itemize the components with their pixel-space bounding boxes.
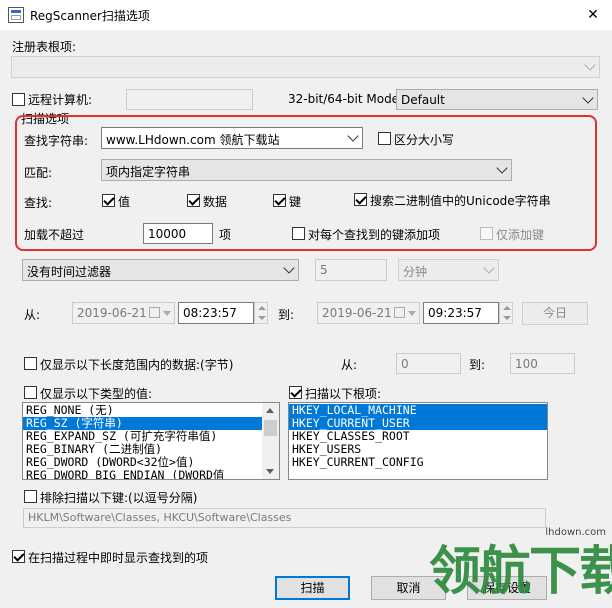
exclude-keys-label: 排除扫描以下键:(以逗号分隔) xyxy=(40,491,198,505)
list-item[interactable]: HKEY_LOCAL_MACHINE xyxy=(289,404,547,417)
to-date-label: 到: xyxy=(278,308,295,322)
list-item[interactable]: HKEY_CLASSES_ROOT xyxy=(289,430,547,443)
remote-computer-checkbox[interactable] xyxy=(12,93,25,106)
list-item[interactable]: HKEY_USERS xyxy=(289,443,547,456)
bit-mode-select[interactable]: Default xyxy=(396,89,598,110)
types-filter-checkbox[interactable] xyxy=(24,386,37,399)
calendar-icon[interactable] xyxy=(149,307,160,318)
time-unit-select[interactable]: 分钟 xyxy=(398,259,499,281)
list-item[interactable]: REG_EXPAND_SZ (可扩充字符串值) xyxy=(23,430,263,443)
app-icon xyxy=(8,7,24,23)
watermark-url: lhdown.com xyxy=(545,527,606,538)
types-filter-label: 仅显示以下类型的值: xyxy=(40,387,153,401)
list-item[interactable]: HKEY_CURRENT_CONFIG xyxy=(289,456,547,469)
today-button[interactable]: 今日 xyxy=(522,302,588,325)
highlight-box xyxy=(15,115,597,251)
window-title: RegScanner扫描选项 xyxy=(30,9,150,23)
bit-mode-label: 32-bit/64-bit Mode: xyxy=(288,92,404,106)
time-amount-input[interactable]: 5 xyxy=(315,259,387,281)
length-filter-label: 仅显示以下长度范围内的数据:(字节) xyxy=(40,358,234,372)
length-filter-checkbox[interactable] xyxy=(24,357,37,370)
time-filter-select[interactable]: 没有时间过滤器 xyxy=(22,259,299,281)
list-item[interactable]: REG_BINARY (二进制值) xyxy=(23,443,263,456)
length-from-label: 从: xyxy=(341,358,358,372)
types-list[interactable]: REG_NONE (无) REG_SZ (字符串) REG_EXPAND_SZ … xyxy=(22,402,280,480)
to-time-spinner[interactable] xyxy=(499,302,513,324)
length-to-input[interactable]: 100 xyxy=(510,353,575,374)
exclude-keys-checkbox[interactable] xyxy=(24,490,37,503)
to-time-input[interactable]: 09:23:57 xyxy=(423,302,499,324)
types-scrollbar[interactable] xyxy=(262,403,279,479)
list-item[interactable]: REG_DWORD_BIG_ENDIAN (DWORD值 xyxy=(23,469,263,479)
chevron-down-icon[interactable] xyxy=(163,311,171,316)
live-display-checkbox[interactable] xyxy=(12,550,25,563)
remote-computer-input[interactable] xyxy=(126,89,253,110)
title-bar[interactable]: RegScanner扫描选项 ✕ xyxy=(0,0,612,30)
chevron-down-icon[interactable] xyxy=(408,311,416,316)
list-item[interactable]: REG_DWORD (DWORD<32位>值) xyxy=(23,456,263,469)
from-time-spinner[interactable] xyxy=(254,302,268,324)
to-date-picker[interactable]: 2019-06-21 xyxy=(317,302,420,324)
remote-computer-label: 远程计算机: xyxy=(28,93,93,107)
watermark-text: 领航下载 xyxy=(429,542,612,602)
roots-filter-label: 扫描以下根项: xyxy=(305,387,382,401)
list-item[interactable]: REG_NONE (无) xyxy=(23,404,263,417)
from-date-picker[interactable]: 2019-06-21 xyxy=(72,302,175,324)
live-display-label: 在扫描过程中即时显示查找到的项 xyxy=(28,551,209,565)
list-item[interactable]: REG_SZ (字符串) xyxy=(23,417,263,430)
from-date-label: 从: xyxy=(24,308,41,322)
length-from-input[interactable]: 0 xyxy=(396,353,461,374)
scroll-thumb[interactable] xyxy=(264,420,277,436)
watermark: lhdown.com 领航下载 xyxy=(427,527,612,608)
exclude-keys-input[interactable]: HKLM\Software\Classes, HKCU\Software\Cla… xyxy=(23,508,546,528)
root-key-label: 注册表根项: xyxy=(12,40,77,54)
calendar-icon[interactable] xyxy=(394,307,405,318)
scroll-up-icon[interactable] xyxy=(266,408,274,413)
from-time-input[interactable]: 08:23:57 xyxy=(178,302,254,324)
root-key-combo[interactable] xyxy=(11,56,600,78)
close-icon[interactable]: ✕ xyxy=(582,5,604,25)
list-item[interactable]: HKEY_CURRENT_USER xyxy=(289,417,547,430)
scroll-down-icon[interactable] xyxy=(266,469,274,474)
length-to-label: 到: xyxy=(469,358,486,372)
roots-filter-checkbox[interactable] xyxy=(289,386,302,399)
scan-button[interactable]: 扫描 xyxy=(275,576,350,600)
roots-list[interactable]: HKEY_LOCAL_MACHINE HKEY_CURRENT_USER HKE… xyxy=(288,402,548,480)
